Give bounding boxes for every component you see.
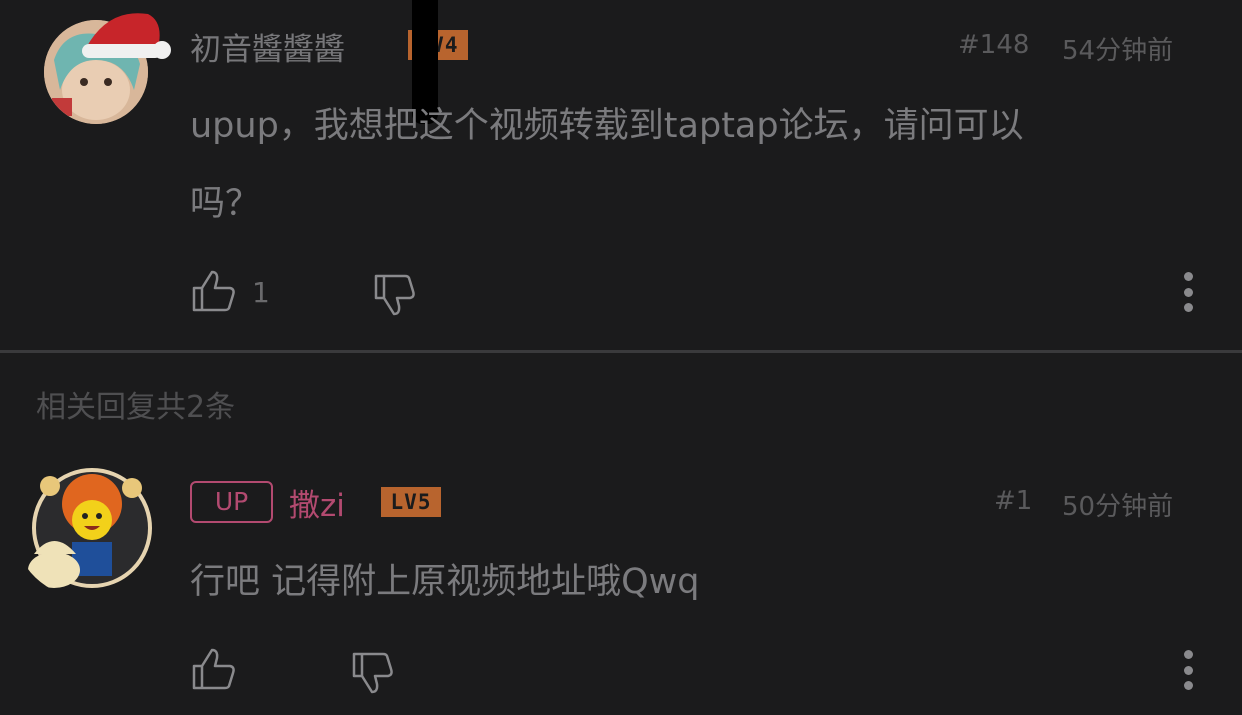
reply-more-options-icon[interactable] xyxy=(1182,650,1194,690)
reply-thumbs-down-icon[interactable] xyxy=(350,650,396,696)
reply-thumbs-up-icon[interactable] xyxy=(190,646,238,692)
comment-content-line2: 吗？ xyxy=(190,184,261,224)
reply-level-badge: LV5 xyxy=(381,487,441,517)
reply-avatar-image xyxy=(28,468,152,588)
reply-username[interactable]: 撒zi xyxy=(289,480,345,525)
santa-hat-decoration xyxy=(82,13,171,59)
thumbs-down-icon[interactable] xyxy=(372,272,418,318)
thumbs-up-icon[interactable] xyxy=(190,268,238,314)
replies-section-title: 相关回复共2条 xyxy=(36,390,236,425)
timestamp: 54分钟前 xyxy=(1062,36,1174,66)
up-badge: UP xyxy=(190,481,273,523)
comment-username[interactable]: 初音醬醬醬 xyxy=(190,24,345,69)
comment-content-line1: upup，我想把这个视频转载到taptap论坛，请问可以 xyxy=(190,106,1024,146)
like-count: 1 xyxy=(252,276,270,309)
divider xyxy=(0,350,1242,353)
reply-content: 行吧 记得附上原视频地址哦Qwq xyxy=(190,562,700,602)
more-options-icon[interactable] xyxy=(1182,272,1194,312)
reply-avatar[interactable] xyxy=(14,458,160,598)
reply-floor-number: #1 xyxy=(994,486,1033,516)
floor-number: #148 xyxy=(958,30,1030,60)
reply-timestamp: 50分钟前 xyxy=(1062,492,1174,522)
